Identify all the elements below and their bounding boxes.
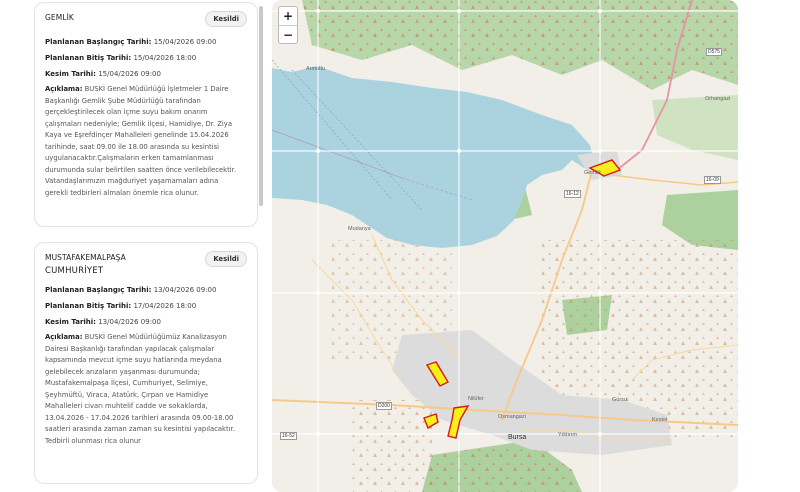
place-label-nilufer: Nilüfer xyxy=(468,396,484,402)
outage-list: GEMLİK Kesildi Planlanan Başlangıç Tarih… xyxy=(0,0,268,492)
desc-line: saatleri arasında zaman zaman su kesinti… xyxy=(45,425,235,433)
desc-line: tarihinde, saat 09.00 ile 18.00 arasında… xyxy=(45,142,219,151)
cut-date-label: Kesim Tarihi: xyxy=(45,318,96,326)
road-label-1652: 16-52 xyxy=(280,432,297,440)
start-date-value: 13/04/2026 09:00 xyxy=(153,286,217,294)
end-date-label: Planlanan Bitiş Tarihi: xyxy=(45,302,132,310)
road-label-1612: 16-12 xyxy=(564,190,581,198)
desc-line: Tedbirli olunması rica olunur xyxy=(45,436,141,445)
desc-line: gerekli tedbirleri almaları önemle rica … xyxy=(45,188,199,197)
desc-line: Kaya ve Eşrefdinçer Mahalleleri genelind… xyxy=(45,131,229,139)
end-date-value: 15/04/2026 18:00 xyxy=(133,54,197,62)
desc-line: uygulanacaktır.Çalışmaların erken tamaml… xyxy=(45,154,214,162)
description-label: Açıklama: xyxy=(45,333,83,341)
road-label-d200: D200 xyxy=(376,402,392,410)
status-badge: Kesildi xyxy=(205,11,247,27)
desc-line: çalışmaları nedeniyle; Gemlik ilçesi, Ha… xyxy=(45,119,232,128)
desc-line: gelebilecek arızaların yaşanması durumun… xyxy=(45,367,200,376)
desc-line: Açıklama: BUSKİ Genel Müdürlüğümüz Kanal… xyxy=(45,333,227,341)
status-badge: Kesildi xyxy=(205,251,247,267)
road-label-d575: D575 xyxy=(706,48,722,56)
desc-line: durumunda sular belirtilen saatten önce … xyxy=(45,165,236,174)
cut-date-row: Kesim Tarihi: 13/04/2026 09:00 xyxy=(45,317,247,327)
start-date-value: 15/04/2026 09:00 xyxy=(153,38,217,46)
place-label-orhangazi: Orhangazi xyxy=(705,96,731,102)
desc-line: Şeyhmüftü, Viraca, Atatürk, Çırpan ve Ha… xyxy=(45,390,209,399)
neighborhood-name: CUMHURİYET xyxy=(45,266,104,276)
zoom-control: + − xyxy=(278,6,298,44)
description: Açıklama: BUSKİ Genel Müdürlüğü İşletmel… xyxy=(45,84,247,199)
cut-date-value: 13/04/2026 09:00 xyxy=(98,318,161,326)
outage-card[interactable]: GEMLİK Kesildi Planlanan Başlangıç Tarih… xyxy=(34,2,258,227)
cut-date-value: 15/04/2026 09:00 xyxy=(98,70,161,78)
description: Açıklama: BUSKİ Genel Müdürlüğümüz Kanal… xyxy=(45,332,247,447)
desc-line: Mahalleleri civarı muhtelif cadde ve sok… xyxy=(45,402,208,410)
cut-date-label: Kesim Tarihi: xyxy=(45,70,96,78)
end-date-label: Planlanan Bitiş Tarihi: xyxy=(45,54,132,62)
place-label-kestel: Kestel xyxy=(652,417,668,423)
road-label-1609: 16-09 xyxy=(704,176,721,184)
desc-line: 13.04.2026 - 17.04.2026 tarihleri arasın… xyxy=(45,413,234,422)
desc-line: Dairesi Başkanlığı tarafından yapılacak … xyxy=(45,344,215,353)
end-date-value: 17/04/2026 18:00 xyxy=(133,302,197,310)
zoom-in-button[interactable]: + xyxy=(279,7,297,25)
start-date-row: Planlanan Başlangıç Tarihi: 15/04/2026 0… xyxy=(45,37,247,47)
start-date-row: Planlanan Başlangıç Tarihi: 13/04/2026 0… xyxy=(45,285,247,295)
start-date-label: Planlanan Başlangıç Tarihi: xyxy=(45,38,152,46)
end-date-row: Planlanan Bitiş Tarihi: 15/04/2026 18:00 xyxy=(45,53,247,63)
place-label-bursa: Bursa xyxy=(508,434,527,441)
place-label-osmangazi: Osmangazi xyxy=(498,414,526,420)
cut-date-row: Kesim Tarihi: 15/04/2026 09:00 xyxy=(45,69,247,79)
place-label-yildirim: Yıldırım xyxy=(558,432,577,438)
place-label-gemlik: Gemlik xyxy=(584,170,602,176)
start-date-label: Planlanan Başlangıç Tarihi: xyxy=(45,286,152,294)
outage-map[interactable]: + − Armutlu Gemlik Mudanya Orhangazi Osm… xyxy=(272,0,738,492)
desc-line: Başkanlığı Gemlik Şube Müdürlüğü tarafın… xyxy=(45,96,201,105)
zoom-out-button[interactable]: − xyxy=(279,25,297,43)
desc-line: Vatandaşlarımızın mağduriyet yaşamamalar… xyxy=(45,177,219,185)
place-label-armutlu: Armutlu xyxy=(306,66,325,72)
desc-line: kapsamında mevcut içme suyu hatlarında m… xyxy=(45,356,222,364)
end-date-row: Planlanan Bitiş Tarihi: 17/04/2026 18:00 xyxy=(45,301,247,311)
place-label-gursu: Gürsu xyxy=(612,397,627,403)
desc-line: Açıklama: BUSKİ Genel Müdürlüğü İşletmel… xyxy=(45,85,229,93)
description-label: Açıklama: xyxy=(45,85,83,93)
place-label-mudanya: Mudanya xyxy=(348,226,371,232)
desc-line: gerçekleştirilecek olan içme suyu bakım … xyxy=(45,108,208,116)
list-scrollbar[interactable] xyxy=(259,6,263,206)
desc-line: Mustafakemalpaşa İlçesi, Cumhuriyet, Sel… xyxy=(45,379,208,387)
outage-card[interactable]: MUSTAFAKEMALPAŞA Kesildi CUMHURİYET Plan… xyxy=(34,242,258,484)
